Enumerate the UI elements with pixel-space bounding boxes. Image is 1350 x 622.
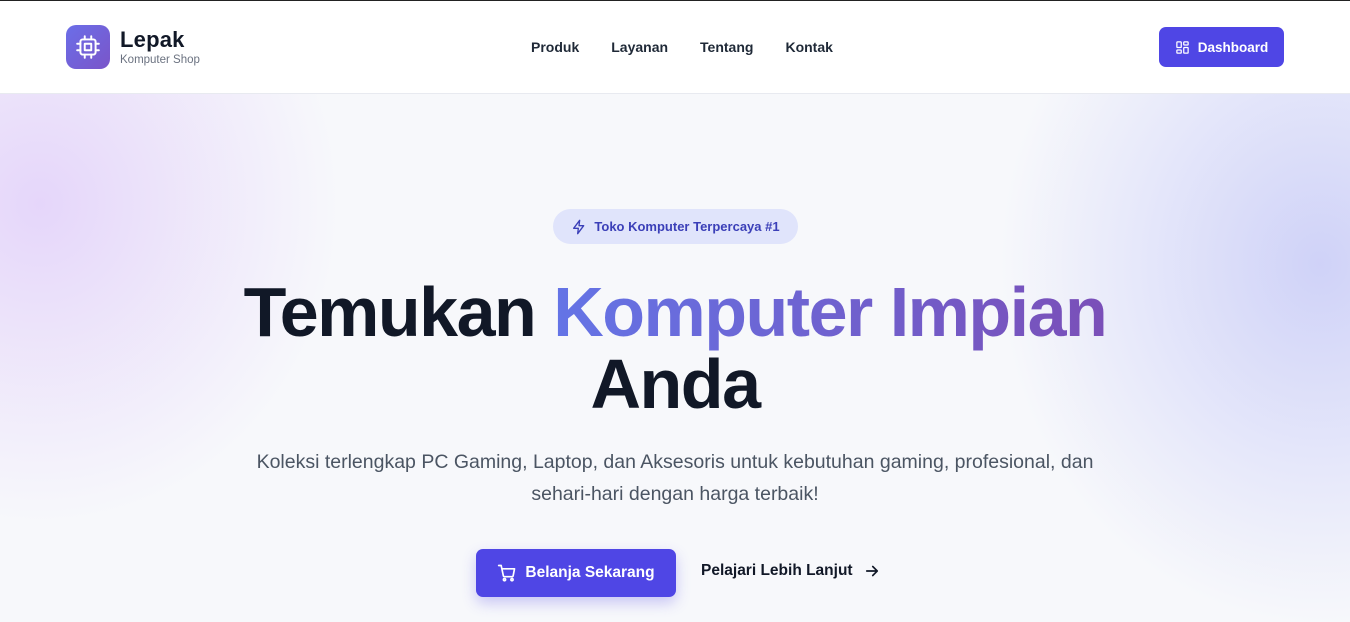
nav-item-layanan[interactable]: Layanan bbox=[611, 38, 668, 56]
brand-text: Lepak Komputer Shop bbox=[120, 26, 200, 67]
main-nav: Produk Layanan Tentang Kontak bbox=[531, 38, 865, 56]
nav-item-produk[interactable]: Produk bbox=[531, 38, 579, 56]
hero-title-highlight: Komputer Impian bbox=[553, 273, 1108, 351]
site-header: Lepak Komputer Shop Produk Layanan Tenta… bbox=[0, 1, 1350, 94]
brand-name: Lepak bbox=[120, 26, 185, 52]
shop-now-label: Belanja Sekarang bbox=[525, 564, 655, 581]
nav-item-tentang[interactable]: Tentang bbox=[700, 38, 753, 56]
arrow-right-icon bbox=[865, 565, 878, 577]
hero-title-end: Anda bbox=[590, 345, 762, 423]
cpu-icon bbox=[66, 25, 110, 69]
hero-description: Koleksi terlengkap PC Gaming, Laptop, da… bbox=[256, 451, 1094, 505]
brand[interactable]: Lepak Komputer Shop bbox=[66, 25, 200, 69]
brand-tagline: Komputer Shop bbox=[120, 53, 200, 66]
hero-badge-text: Toko Komputer Terpercaya #1 bbox=[594, 219, 780, 234]
hero-badge: Toko Komputer Terpercaya #1 bbox=[553, 209, 798, 244]
learn-more-label: Pelajari Lebih Lanjut bbox=[701, 562, 853, 579]
learn-more-link[interactable]: Pelajari Lebih Lanjut bbox=[701, 562, 881, 580]
dashboard-button[interactable]: Dashboard bbox=[1159, 27, 1284, 67]
hero-section: Toko Komputer Terpercaya #1 Temukan Komp… bbox=[0, 94, 1350, 622]
cart-icon bbox=[498, 564, 516, 582]
nav-item-kontak[interactable]: Kontak bbox=[785, 38, 832, 56]
grid-icon bbox=[1175, 40, 1189, 54]
dashboard-button-label: Dashboard bbox=[1197, 39, 1269, 55]
hero-title: Temukan Komputer Impian Anda bbox=[0, 276, 1350, 420]
lightning-icon bbox=[573, 219, 585, 234]
shop-now-button[interactable]: Belanja Sekarang bbox=[476, 549, 676, 597]
hero-title-start: Temukan bbox=[243, 273, 537, 351]
